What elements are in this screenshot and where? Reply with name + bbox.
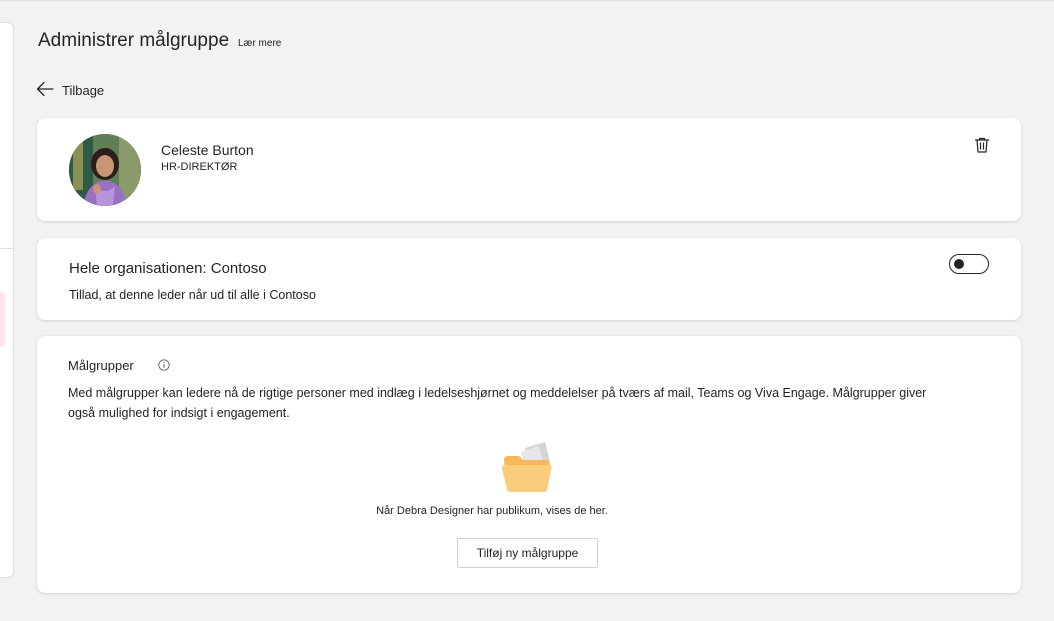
audiences-description: Med målgrupper kan ledere nå de rigtige … (68, 386, 927, 420)
avatar (69, 134, 141, 206)
toggle-knob (954, 259, 964, 269)
top-divider (0, 0, 1054, 1)
back-label: Tilbage (62, 83, 105, 98)
back-button[interactable]: Tilbage (36, 80, 104, 98)
audiences-title: Målgrupper (68, 358, 134, 373)
rail-divider (0, 248, 13, 249)
left-navigation-panel (0, 22, 14, 578)
empty-state-label: Når Debra Designer har publikum, vises d… (376, 505, 608, 517)
info-icon[interactable] (158, 359, 170, 371)
trash-icon[interactable] (973, 136, 991, 154)
folder-icon (502, 442, 552, 492)
person-photo (69, 134, 141, 206)
audiences-card: Målgrupper Med målgrupper kan ledere nå … (37, 336, 1021, 593)
rail-selected-marker (0, 291, 5, 347)
organization-title: Hele organisationen: Contoso (69, 260, 267, 277)
leader-card: Celeste Burton HR-DIREKTØR (37, 118, 1021, 221)
page-title: Administrer målgruppe (38, 30, 230, 51)
learn-more-link[interactable]: Lær mere (238, 38, 281, 49)
organization-toggle[interactable] (949, 254, 989, 274)
arrow-left-icon (36, 81, 54, 97)
organization-description: Tillad, at denne leder når ud til alle i… (69, 288, 316, 302)
leader-name: Celeste Burton (161, 142, 254, 158)
add-audience-button[interactable]: Tilføj ny målgruppe (457, 538, 598, 568)
empty-state-text: Når Debra Designer har publikum, vises d… (37, 505, 1021, 517)
leader-title: HR-DIREKTØR (161, 161, 238, 173)
organization-card: Hele organisationen: Contoso Tillad, at … (37, 238, 1021, 320)
